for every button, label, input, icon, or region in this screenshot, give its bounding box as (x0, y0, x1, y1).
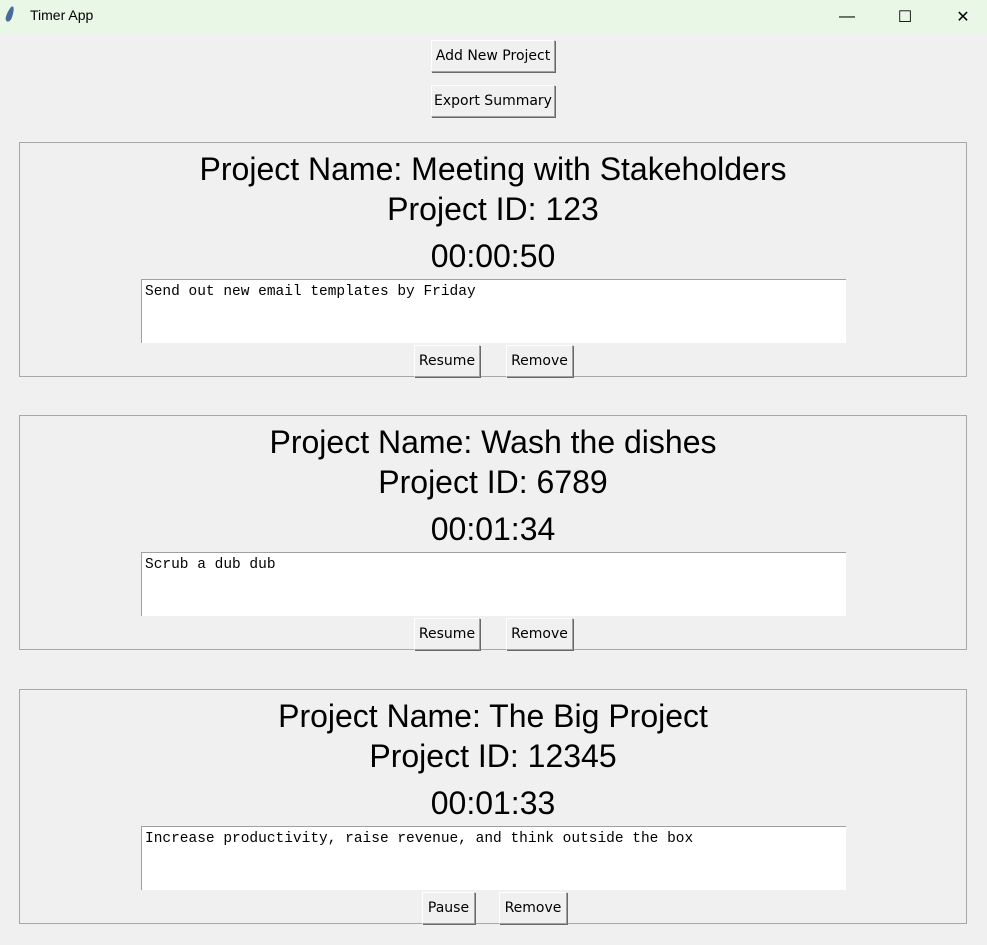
project-card: Project Name: Meeting with Stakeholders … (19, 142, 967, 377)
project-name: Project Name: The Big Project (278, 698, 708, 734)
project-timer: 00:01:34 (430, 511, 556, 547)
project-id: Project ID: 123 (387, 191, 599, 227)
project-timer: 00:01:33 (430, 785, 556, 821)
project-notes-input[interactable]: Send out new email templates by Friday (141, 279, 846, 343)
project-timer: 00:00:50 (430, 238, 556, 274)
minimize-button[interactable]: — (818, 0, 876, 33)
project-card: Project Name: The Big Project Project ID… (19, 689, 967, 924)
remove-button[interactable]: Remove (499, 892, 567, 924)
project-notes-input[interactable]: Increase productivity, raise revenue, an… (141, 826, 846, 890)
maximize-button[interactable]: ☐ (876, 0, 934, 33)
project-name: Project Name: Wash the dishes (269, 424, 717, 460)
app-feather-icon (4, 5, 16, 23)
remove-button[interactable]: Remove (506, 618, 573, 650)
resume-button[interactable]: Resume (414, 345, 480, 377)
resume-button[interactable]: Resume (414, 618, 480, 650)
window-title: Timer App (30, 7, 94, 23)
add-new-project-button[interactable]: Add New Project (431, 40, 555, 72)
title-bar: Timer App — ☐ ✕ (0, 0, 987, 33)
project-notes-input[interactable]: Scrub a dub dub (141, 552, 846, 616)
project-name: Project Name: Meeting with Stakeholders (199, 151, 787, 187)
pause-button[interactable]: Pause (422, 892, 475, 924)
remove-button[interactable]: Remove (506, 345, 573, 377)
project-card: Project Name: Wash the dishes Project ID… (19, 415, 967, 650)
project-id: Project ID: 12345 (369, 738, 617, 774)
close-button[interactable]: ✕ (934, 0, 987, 33)
project-id: Project ID: 6789 (378, 464, 608, 500)
export-summary-button[interactable]: Export Summary (431, 85, 555, 117)
